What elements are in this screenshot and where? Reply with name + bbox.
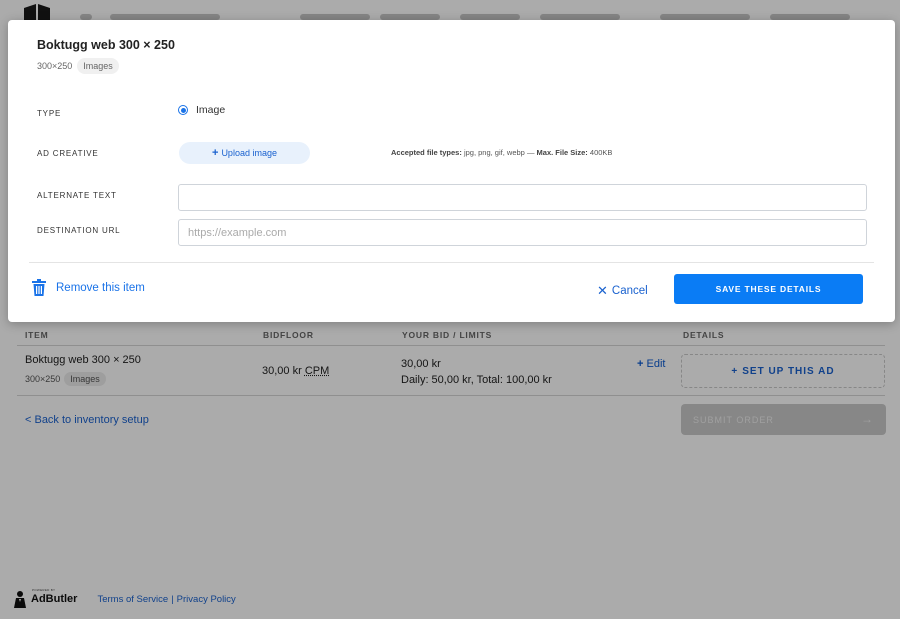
destination-url-label: DESTINATION URL — [37, 226, 121, 235]
file-requirements: Accepted file types: jpg, png, gif, webp… — [391, 148, 612, 157]
cancel-button[interactable]: ✕ Cancel — [597, 283, 648, 299]
close-icon: ✕ — [597, 283, 608, 298]
upload-image-label: Upload image — [221, 148, 277, 158]
file-types: jpg, png, gif, webp — [463, 148, 525, 157]
ad-creative-label: AD CREATIVE — [37, 149, 99, 158]
ad-size: 300×250 — [37, 61, 73, 71]
max-size: 400KB — [589, 148, 613, 157]
modal-meta: 300×250 Images — [37, 58, 119, 74]
max-size-label: Max. File Size: — [536, 148, 588, 157]
remove-item-button[interactable]: Remove this item — [32, 279, 145, 296]
format-badge: Images — [77, 58, 119, 74]
save-details-button[interactable]: SAVE THESE DETAILS — [674, 274, 863, 304]
type-label: TYPE — [37, 109, 62, 118]
cancel-label: Cancel — [611, 285, 648, 297]
destination-url-input[interactable] — [178, 219, 867, 246]
modal-title: Boktugg web 300 × 250 — [37, 38, 175, 52]
alt-text-input[interactable] — [178, 184, 867, 211]
radio-selected-icon — [178, 105, 188, 115]
type-radio-image[interactable]: Image — [178, 104, 225, 116]
plus-icon: + — [212, 147, 219, 159]
alt-text-label: ALTERNATE TEXT — [37, 191, 117, 200]
type-option-label: Image — [196, 104, 226, 116]
file-info-separator: — — [526, 148, 535, 157]
ad-details-modal: Boktugg web 300 × 250 300×250 Images TYP… — [8, 20, 895, 322]
remove-item-label: Remove this item — [56, 281, 145, 294]
file-types-label: Accepted file types: — [391, 148, 462, 157]
modal-divider — [29, 262, 874, 263]
trash-icon — [32, 279, 46, 296]
upload-image-button[interactable]: + Upload image — [179, 142, 310, 164]
